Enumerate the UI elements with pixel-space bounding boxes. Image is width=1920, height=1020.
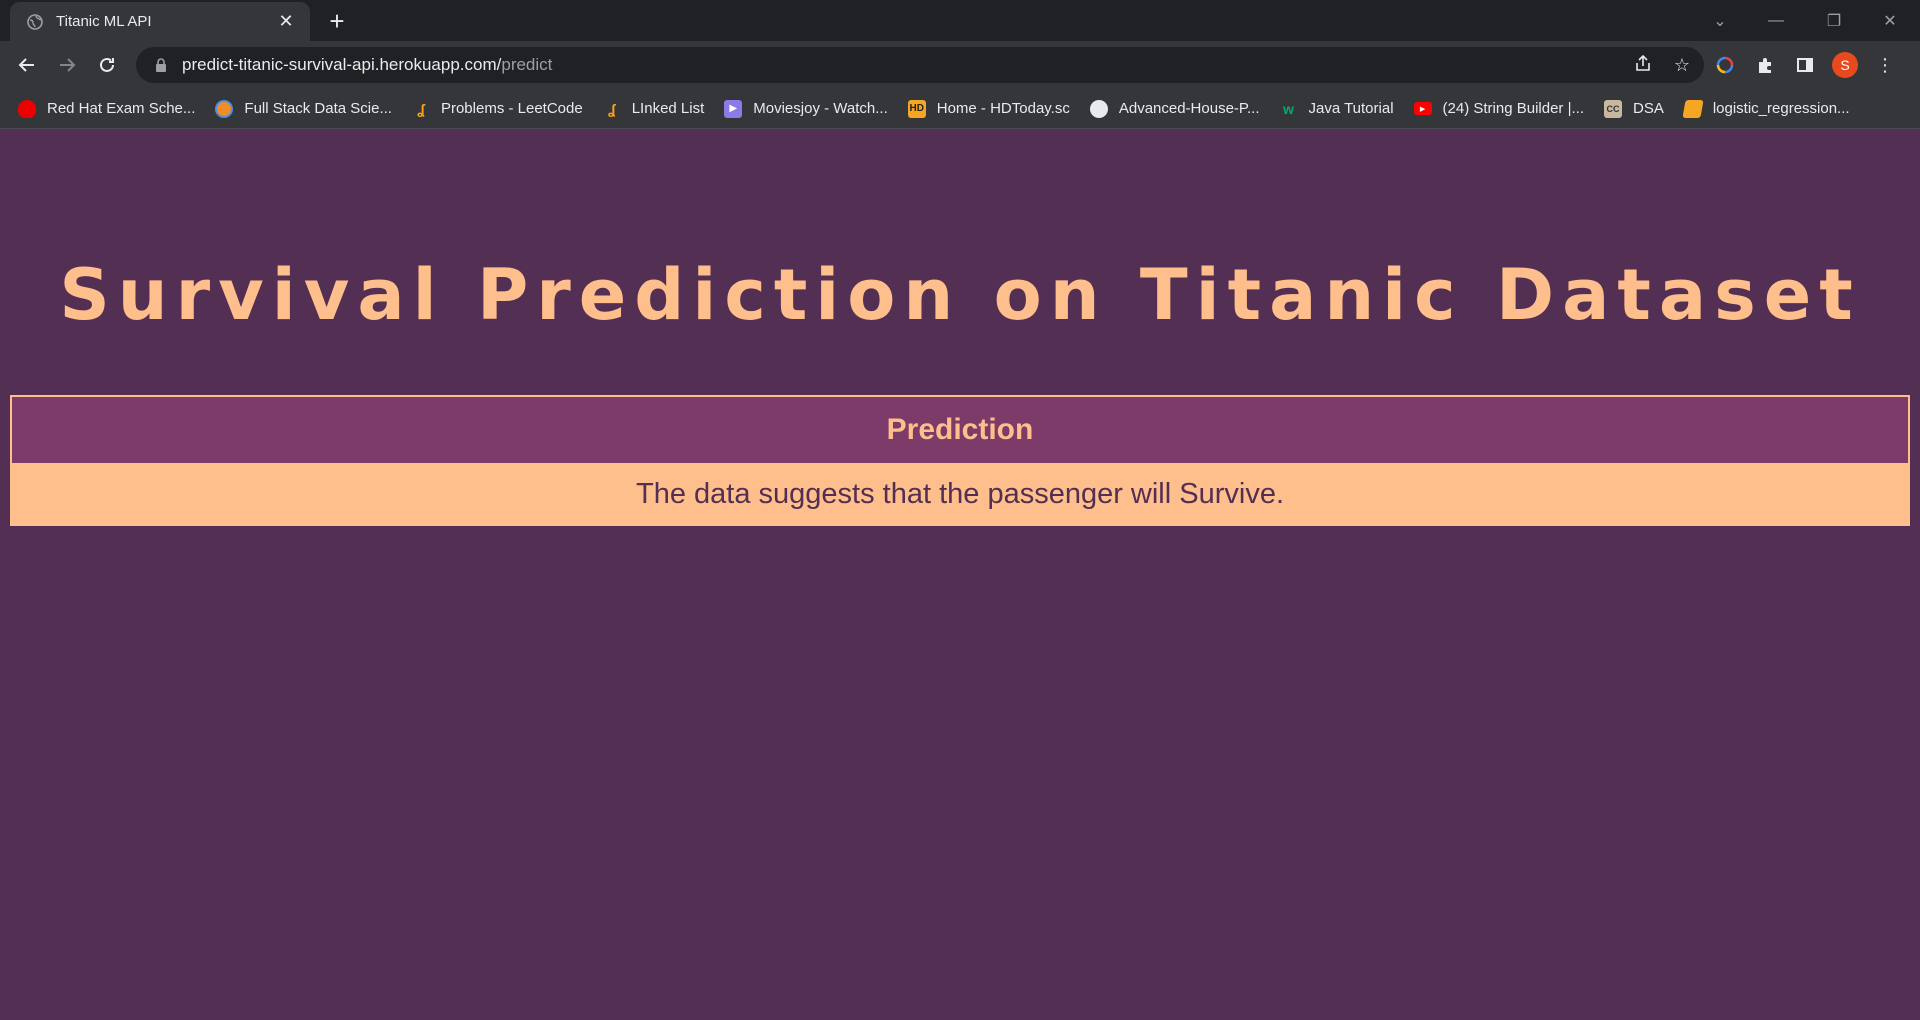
bookmark-label: Problems - LeetCode [440, 100, 583, 117]
bookmark-item[interactable]: ʆ Problems - LeetCode [412, 100, 583, 118]
profile-avatar[interactable]: S [1832, 52, 1858, 78]
orange-circle-icon [215, 99, 234, 118]
bookmark-item[interactable]: ʆ LInked List [603, 100, 705, 118]
minimize-icon[interactable]: — [1748, 0, 1804, 41]
address-bar[interactable]: predict-titanic-survival-api.herokuapp.c… [136, 47, 1704, 83]
bookmark-label: Moviesjoy - Watch... [753, 100, 888, 117]
url-text[interactable]: predict-titanic-survival-api.herokuapp.c… [182, 55, 552, 75]
tab-search-icon[interactable]: ⌄ [1692, 0, 1748, 41]
url-host: predict-titanic-survival-api.herokuapp.c… [182, 55, 502, 74]
toolbar: predict-titanic-survival-api.herokuapp.c… [0, 41, 1920, 89]
bookmark-label: (24) String Builder |... [1442, 100, 1584, 117]
bookmark-label: Red Hat Exam Sche... [47, 100, 196, 117]
browser-chrome: Titanic ML API ✕ + ⌄ — ❐ ✕ predict-titan… [0, 0, 1920, 129]
url-path: predict [501, 55, 553, 74]
bookmarks-bar: Red Hat Exam Sche... Full Stack Data Sci… [0, 89, 1920, 129]
moviesjoy-icon: ▶ [724, 99, 743, 118]
bookmark-item[interactable]: logistic_regression... [1682, 99, 1850, 118]
menu-icon[interactable]: ⋮ [1872, 52, 1898, 78]
share-icon[interactable] [1634, 54, 1652, 77]
hd-icon: HD [907, 99, 926, 118]
bookmark-label: Home - HDToday.sc [936, 100, 1070, 117]
prediction-result: The data suggests that the passenger wil… [10, 463, 1910, 526]
new-tab-icon[interactable]: + [322, 6, 352, 36]
back-icon[interactable] [9, 47, 45, 83]
reload-icon[interactable] [89, 47, 125, 83]
youtube-icon: ▶ [1413, 102, 1432, 115]
bookmark-item[interactable]: Full Stack Data Scie... [215, 99, 392, 118]
extensions-icon[interactable] [1752, 52, 1778, 78]
bookmark-label: Full Stack Data Scie... [244, 100, 392, 117]
google-lens-icon[interactable] [1712, 52, 1738, 78]
prediction-table: Prediction The data suggests that the pa… [10, 395, 1910, 526]
book-icon [1682, 99, 1704, 118]
w3schools-icon: w [1283, 100, 1294, 117]
github-icon [1089, 99, 1108, 118]
cc-icon: CC [1603, 99, 1622, 118]
side-panel-icon[interactable] [1792, 52, 1818, 78]
leetcode-icon: ʆ [417, 100, 425, 117]
close-tab-icon[interactable]: ✕ [276, 11, 296, 32]
leetcode-icon: ʆ [607, 100, 616, 117]
restore-icon[interactable]: ❐ [1806, 0, 1862, 41]
bookmark-item[interactable]: w Java Tutorial [1279, 100, 1394, 118]
bookmark-label: Advanced-House-P... [1118, 100, 1260, 117]
lock-icon[interactable] [152, 56, 170, 74]
bookmark-star-icon[interactable]: ☆ [1674, 55, 1690, 76]
bookmark-item[interactable]: ▶ (24) String Builder |... [1413, 100, 1584, 117]
bookmark-label: DSA [1632, 100, 1664, 117]
bookmark-item[interactable]: CC DSA [1603, 99, 1664, 118]
bookmark-label: logistic_regression... [1712, 100, 1850, 117]
table-header: Prediction [10, 395, 1910, 463]
page-content: Survival Prediction on Titanic Dataset P… [0, 129, 1920, 1020]
bookmark-item[interactable]: Red Hat Exam Sche... [18, 99, 196, 118]
tab-strip: Titanic ML API ✕ + ⌄ — ❐ ✕ [0, 0, 1920, 41]
window-close-icon[interactable]: ✕ [1862, 0, 1918, 41]
bookmark-label: LInked List [631, 100, 705, 117]
bookmark-item[interactable]: ▶ Moviesjoy - Watch... [724, 99, 888, 118]
tab-titanic[interactable]: Titanic ML API ✕ [10, 2, 310, 41]
tab-title: Titanic ML API [56, 13, 152, 30]
page-title: Survival Prediction on Titanic Dataset [59, 254, 1861, 336]
bookmark-item[interactable]: Advanced-House-P... [1089, 99, 1260, 118]
forward-icon[interactable] [49, 47, 85, 83]
redhat-icon [18, 99, 36, 118]
bookmark-item[interactable]: HD Home - HDToday.sc [907, 99, 1070, 118]
globe-icon [26, 13, 44, 31]
bookmark-label: Java Tutorial [1308, 100, 1394, 117]
